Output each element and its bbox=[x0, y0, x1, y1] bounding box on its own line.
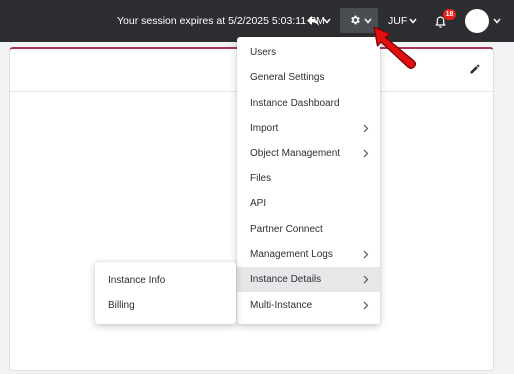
submenu-item-billing[interactable]: Billing bbox=[95, 293, 236, 318]
menu-item-label: Partner Connect bbox=[250, 224, 323, 235]
instance-details-submenu: Instance Info Billing bbox=[95, 262, 236, 324]
menu-item-label: Instance Dashboard bbox=[250, 98, 340, 109]
menu-item-label: Instance Details bbox=[250, 274, 322, 285]
menu-item-label: General Settings bbox=[250, 72, 325, 83]
profile-menu-button[interactable] bbox=[465, 9, 505, 34]
session-expiry-text: Your session expires at 5/2/2025 5:03:11… bbox=[117, 15, 325, 27]
chevron-right-icon bbox=[363, 250, 369, 259]
settings-dropdown-menu: Users General Settings Instance Dashboar… bbox=[237, 37, 380, 324]
menu-item-label: Files bbox=[250, 173, 272, 184]
reply-icon bbox=[307, 16, 319, 26]
notification-count-badge: 18 bbox=[443, 9, 456, 20]
menu-item-label: Management Logs bbox=[250, 249, 333, 260]
chevron-right-icon bbox=[363, 124, 369, 133]
menu-item-users[interactable]: Users bbox=[237, 40, 380, 65]
avatar bbox=[465, 9, 489, 33]
menu-item-instance-details[interactable]: Instance Details bbox=[237, 267, 380, 292]
menu-item-instance-dashboard[interactable]: Instance Dashboard bbox=[237, 91, 380, 116]
submenu-item-instance-info[interactable]: Instance Info bbox=[95, 268, 236, 293]
menu-item-management-logs[interactable]: Management Logs bbox=[237, 242, 380, 267]
submenu-item-label: Billing bbox=[108, 300, 135, 311]
menu-item-label: Multi-Instance bbox=[250, 300, 313, 311]
menu-item-label: Users bbox=[250, 47, 277, 58]
chevron-right-icon bbox=[363, 149, 369, 158]
menu-item-api[interactable]: API bbox=[237, 191, 380, 216]
notifications-button[interactable]: 18 bbox=[434, 9, 458, 32]
pencil-icon[interactable] bbox=[469, 63, 481, 75]
menu-item-partner-connect[interactable]: Partner Connect bbox=[237, 217, 380, 242]
chevron-down-icon bbox=[493, 18, 501, 24]
menu-item-import[interactable]: Import bbox=[237, 116, 380, 141]
menu-item-object-management[interactable]: Object Management bbox=[237, 141, 380, 166]
gear-icon bbox=[351, 15, 360, 25]
red-pointer-arrow-icon bbox=[373, 26, 417, 70]
submenu-item-label: Instance Info bbox=[108, 275, 166, 286]
chevron-right-icon bbox=[363, 275, 369, 284]
menu-item-label: Import bbox=[250, 123, 279, 134]
menu-item-label: API bbox=[250, 198, 267, 209]
menu-item-label: Object Management bbox=[250, 148, 341, 159]
menu-item-files[interactable]: Files bbox=[237, 166, 380, 191]
back-menu-button[interactable] bbox=[306, 12, 332, 30]
menu-item-general-settings[interactable]: General Settings bbox=[237, 65, 380, 90]
top-bar: Your session expires at 5/2/2025 5:03:11… bbox=[0, 0, 514, 42]
menu-item-multi-instance[interactable]: Multi-Instance bbox=[237, 293, 380, 318]
chevron-down-icon bbox=[323, 18, 331, 24]
chevron-right-icon bbox=[363, 301, 369, 310]
